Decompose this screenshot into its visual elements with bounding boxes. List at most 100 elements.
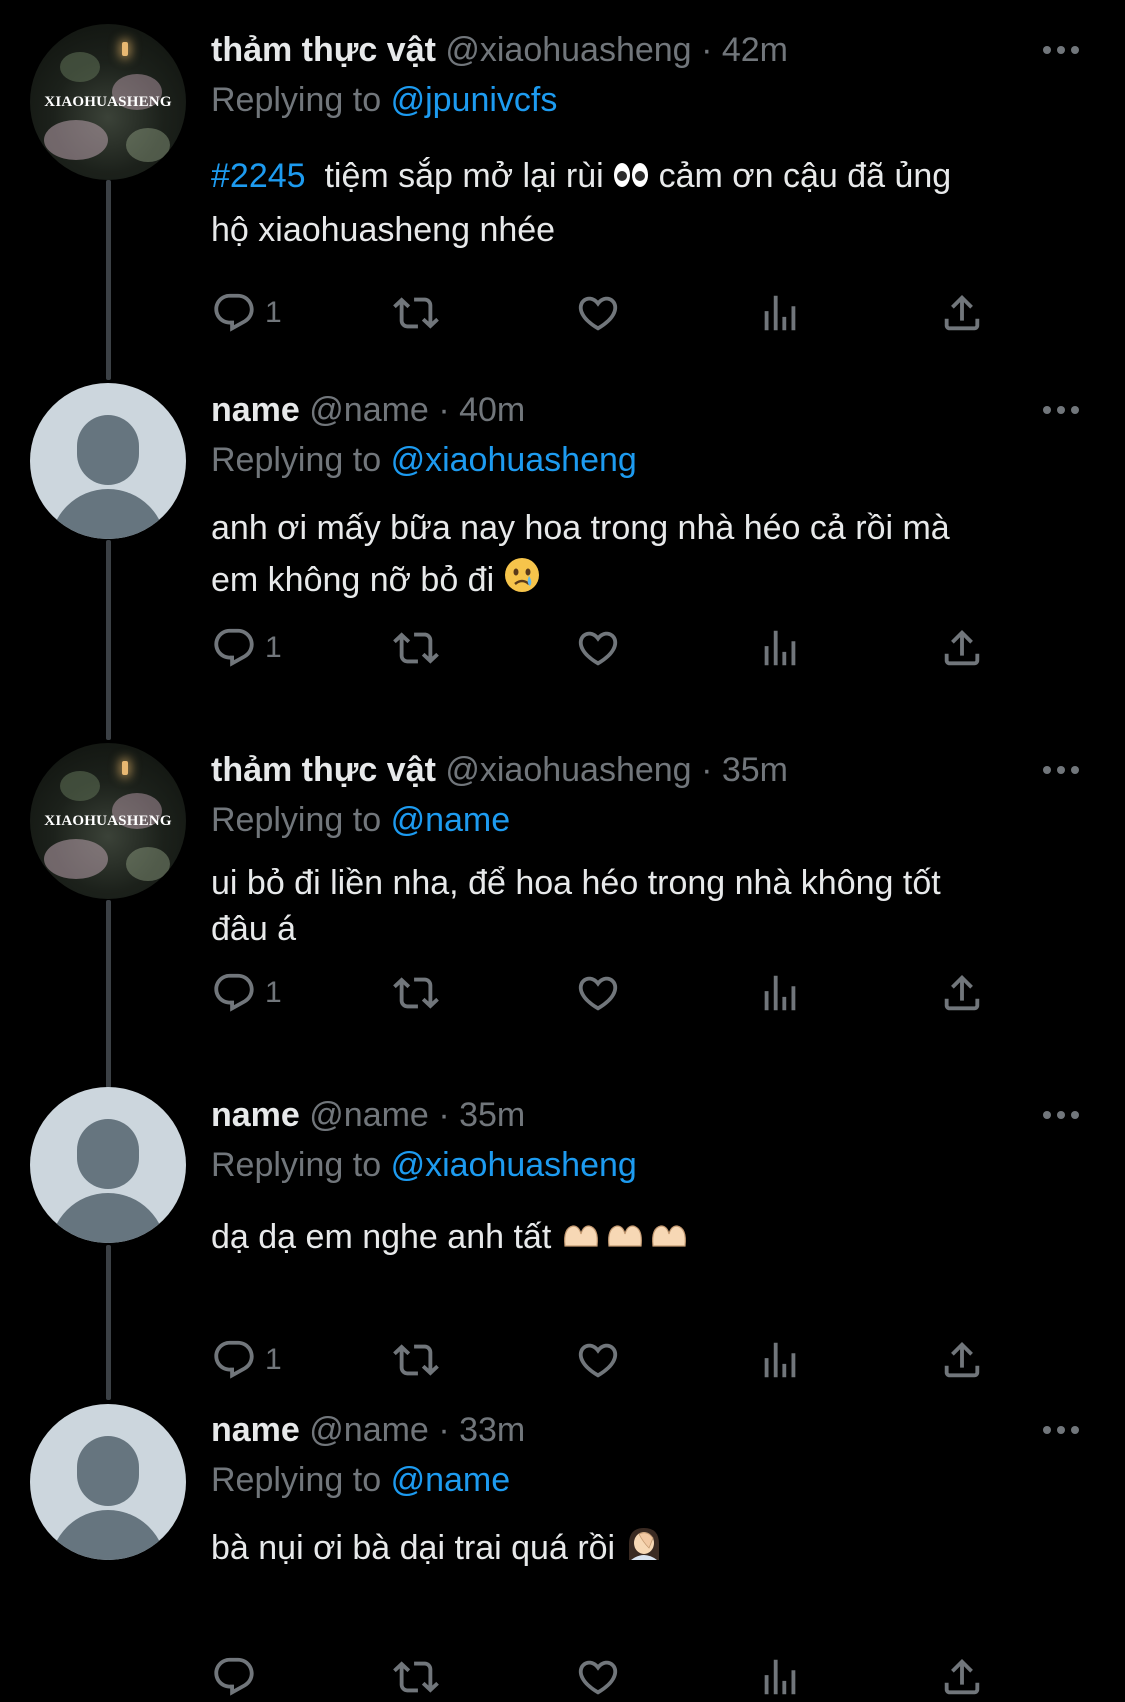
display-name[interactable]: name [211, 391, 300, 429]
tweet-header: name @name · 33m [211, 1410, 525, 1450]
handle[interactable]: @name [309, 391, 429, 429]
display-name[interactable]: thảm thực vật [211, 751, 436, 789]
heart-icon [575, 625, 621, 671]
handle[interactable]: @name [309, 1411, 429, 1449]
hashtag-link[interactable]: #2245 [211, 157, 306, 195]
timestamp[interactable]: · 40m [438, 391, 525, 429]
like-button[interactable] [575, 968, 621, 1018]
replying-to-label: Replying to [211, 81, 382, 119]
heart-icon [575, 1337, 621, 1383]
views-button[interactable] [757, 968, 803, 1018]
share-button[interactable] [939, 288, 985, 338]
retweet-button[interactable] [393, 288, 439, 338]
tweet-text: anh ơi mấy bữa nay hoa trong nhà héo cả … [211, 502, 1071, 608]
retweet-icon [393, 1654, 439, 1700]
heart-icon [575, 290, 621, 336]
tweet[interactable]: name @name · 40m Replying to @xiaohuashe… [0, 360, 1125, 720]
tweet-text-part: bà nụi ơi bà dại trai quá rồi [211, 1529, 616, 1567]
tweet-text-line: ui bỏ đi liền nha, để hoa héo trong nhà … [211, 864, 941, 902]
reply-icon [211, 970, 257, 1016]
share-button[interactable] [939, 623, 985, 673]
reply-icon [211, 1337, 257, 1383]
retweet-button[interactable] [393, 1652, 439, 1702]
avatar[interactable] [30, 383, 186, 539]
like-button[interactable] [575, 288, 621, 338]
tweet[interactable]: XIAOHUASHENG thảm thực vật @xiaohuasheng… [0, 720, 1125, 1065]
timestamp[interactable]: · 35m [438, 1096, 525, 1134]
avatar[interactable]: XIAOHUASHENG [30, 743, 186, 899]
reply-icon [211, 290, 257, 336]
views-icon [757, 970, 803, 1016]
more-icon[interactable] [1043, 764, 1081, 776]
tweet[interactable]: name @name · 35m Replying to @xiaohuashe… [0, 1065, 1125, 1380]
reply-button[interactable]: 1 [211, 1335, 282, 1385]
avatar-logo-text: XIAOHUASHENG [44, 94, 172, 110]
heart-hands-emoji [561, 1213, 693, 1265]
mention-link[interactable]: @xiaohuasheng [391, 441, 637, 479]
timestamp[interactable]: · 42m [701, 31, 788, 69]
reply-button[interactable]: 1 [211, 288, 282, 338]
tweet-text-part: tiệm sắp mở lại rùi [324, 157, 604, 195]
share-button[interactable] [939, 1652, 985, 1702]
tweet-text-line: hộ xiaohuasheng nhée [211, 211, 556, 250]
retweet-button[interactable] [393, 968, 439, 1018]
handle[interactable]: @xiaohuasheng [445, 31, 691, 69]
crying-face-emoji [504, 556, 540, 608]
views-button[interactable] [757, 1652, 803, 1702]
reply-count: 1 [265, 1343, 282, 1376]
replying-to: Replying to @name [211, 1460, 510, 1500]
reply-button[interactable]: 1 [211, 968, 282, 1018]
tweet-actions [211, 1652, 1071, 1702]
replying-to: Replying to @xiaohuasheng [211, 440, 637, 480]
more-icon[interactable] [1043, 1109, 1081, 1121]
tweet[interactable]: XIAOHUASHENG thảm thực vật @xiaohuasheng… [0, 0, 1125, 360]
tweet-text-part: em không nỡ bỏ đi [211, 561, 495, 599]
mention-link[interactable]: @xiaohuasheng [391, 1146, 637, 1184]
timestamp[interactable]: · 33m [438, 1411, 525, 1449]
display-name[interactable]: name [211, 1096, 300, 1134]
display-name[interactable]: name [211, 1411, 300, 1449]
avatar[interactable] [30, 1087, 186, 1243]
tweet[interactable]: name @name · 33m Replying to @name bà nụ… [0, 1380, 1125, 1685]
like-button[interactable] [575, 623, 621, 673]
handle[interactable]: @xiaohuasheng [445, 751, 691, 789]
like-button[interactable] [575, 1335, 621, 1385]
tweet-actions: 1 [211, 968, 1071, 1018]
views-button[interactable] [757, 288, 803, 338]
display-name[interactable]: thảm thực vật [211, 31, 436, 69]
tweet-header: thảm thực vật @xiaohuasheng · 42m [211, 30, 788, 70]
share-button[interactable] [939, 968, 985, 1018]
retweet-icon [393, 625, 439, 671]
avatar[interactable]: XIAOHUASHENG [30, 24, 186, 180]
share-button[interactable] [939, 1335, 985, 1385]
mention-link[interactable]: @jpunivcfs [391, 81, 558, 119]
views-button[interactable] [757, 623, 803, 673]
mention-link[interactable]: @name [391, 1461, 511, 1499]
retweet-button[interactable] [393, 1335, 439, 1385]
tweet-text: #2245 tiệm sắp mở lại rùi cảm ơn cậu đã … [211, 150, 1071, 256]
replying-to: Replying to @name [211, 800, 510, 840]
like-button[interactable] [575, 1652, 621, 1702]
avatar[interactable] [30, 1404, 186, 1560]
retweet-icon [393, 290, 439, 336]
reply-icon [211, 1654, 257, 1700]
reply-button[interactable]: 1 [211, 623, 282, 673]
more-icon[interactable] [1043, 44, 1081, 56]
timestamp[interactable]: · 35m [701, 751, 788, 789]
reply-count: 1 [265, 296, 282, 329]
avatar-logo-text: XIAOHUASHENG [44, 813, 172, 829]
tweet-text-line: đâu á [211, 910, 297, 948]
handle[interactable]: @name [309, 1096, 429, 1134]
more-icon[interactable] [1043, 1424, 1081, 1436]
retweet-button[interactable] [393, 623, 439, 673]
reply-count: 1 [265, 976, 282, 1009]
tweet-text-line: anh ơi mấy bữa nay hoa trong nhà héo cả … [211, 509, 950, 547]
views-icon [757, 290, 803, 336]
mention-link[interactable]: @name [391, 801, 511, 839]
more-icon[interactable] [1043, 404, 1081, 416]
reply-button[interactable] [211, 1652, 265, 1702]
eyes-emoji [613, 152, 649, 204]
views-button[interactable] [757, 1335, 803, 1385]
reply-count: 1 [265, 631, 282, 664]
reply-thread: XIAOHUASHENG thảm thực vật @xiaohuasheng… [0, 0, 1125, 1685]
